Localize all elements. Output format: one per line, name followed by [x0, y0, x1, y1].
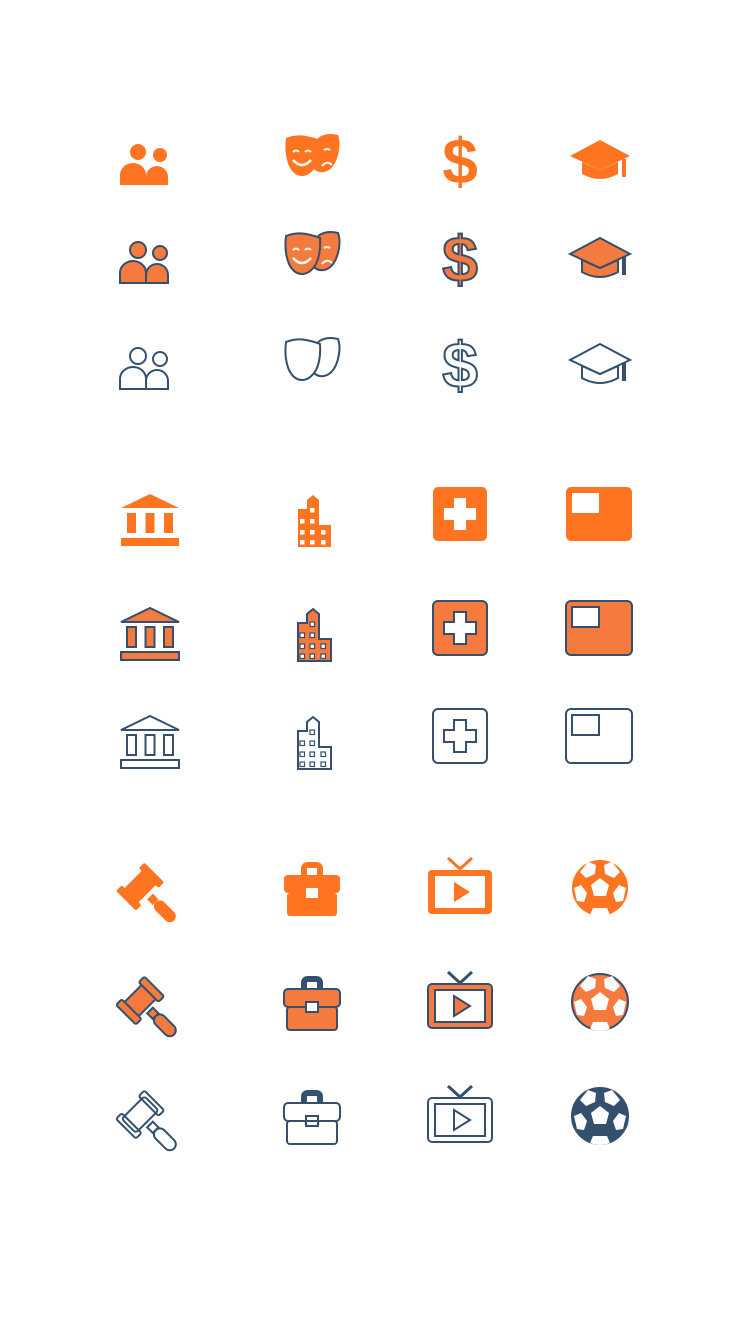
city-buildings-icon [262, 464, 362, 564]
soccer-ball-icon [550, 952, 650, 1052]
people-icon [100, 108, 200, 208]
svg-text:$: $ [442, 223, 478, 295]
dollar-icon: $ [410, 108, 510, 208]
city-buildings-icon [262, 578, 362, 678]
tv-play-icon [410, 952, 510, 1052]
flag-icon [550, 686, 650, 786]
flag-icon [550, 578, 650, 678]
svg-text:$: $ [442, 329, 478, 401]
medical-cross-icon [410, 686, 510, 786]
city-buildings-icon [262, 686, 362, 786]
dollar-icon: $ [410, 312, 510, 412]
tv-play-icon [410, 1066, 510, 1166]
briefcase-icon [262, 838, 362, 938]
briefcase-icon [262, 952, 362, 1052]
graduation-cap-icon [550, 206, 650, 306]
briefcase-icon [262, 1066, 362, 1166]
theater-masks-icon [262, 312, 362, 412]
bank-icon [100, 464, 200, 564]
theater-masks-icon [262, 206, 362, 306]
people-icon [100, 312, 200, 412]
bank-icon [100, 578, 200, 678]
svg-text:$: $ [442, 125, 478, 197]
graduation-cap-icon [550, 108, 650, 208]
people-icon [100, 206, 200, 306]
graduation-cap-icon [550, 312, 650, 412]
theater-masks-icon [262, 108, 362, 208]
medical-cross-icon [410, 464, 510, 564]
bank-icon [100, 686, 200, 786]
gavel-icon [100, 1066, 200, 1166]
soccer-ball-icon [550, 1066, 650, 1166]
gavel-icon [100, 952, 200, 1052]
flag-icon [550, 464, 650, 564]
gavel-icon [100, 838, 200, 938]
dollar-icon: $ [410, 206, 510, 306]
medical-cross-icon [410, 578, 510, 678]
tv-play-icon [410, 838, 510, 938]
soccer-ball-icon [550, 838, 650, 938]
